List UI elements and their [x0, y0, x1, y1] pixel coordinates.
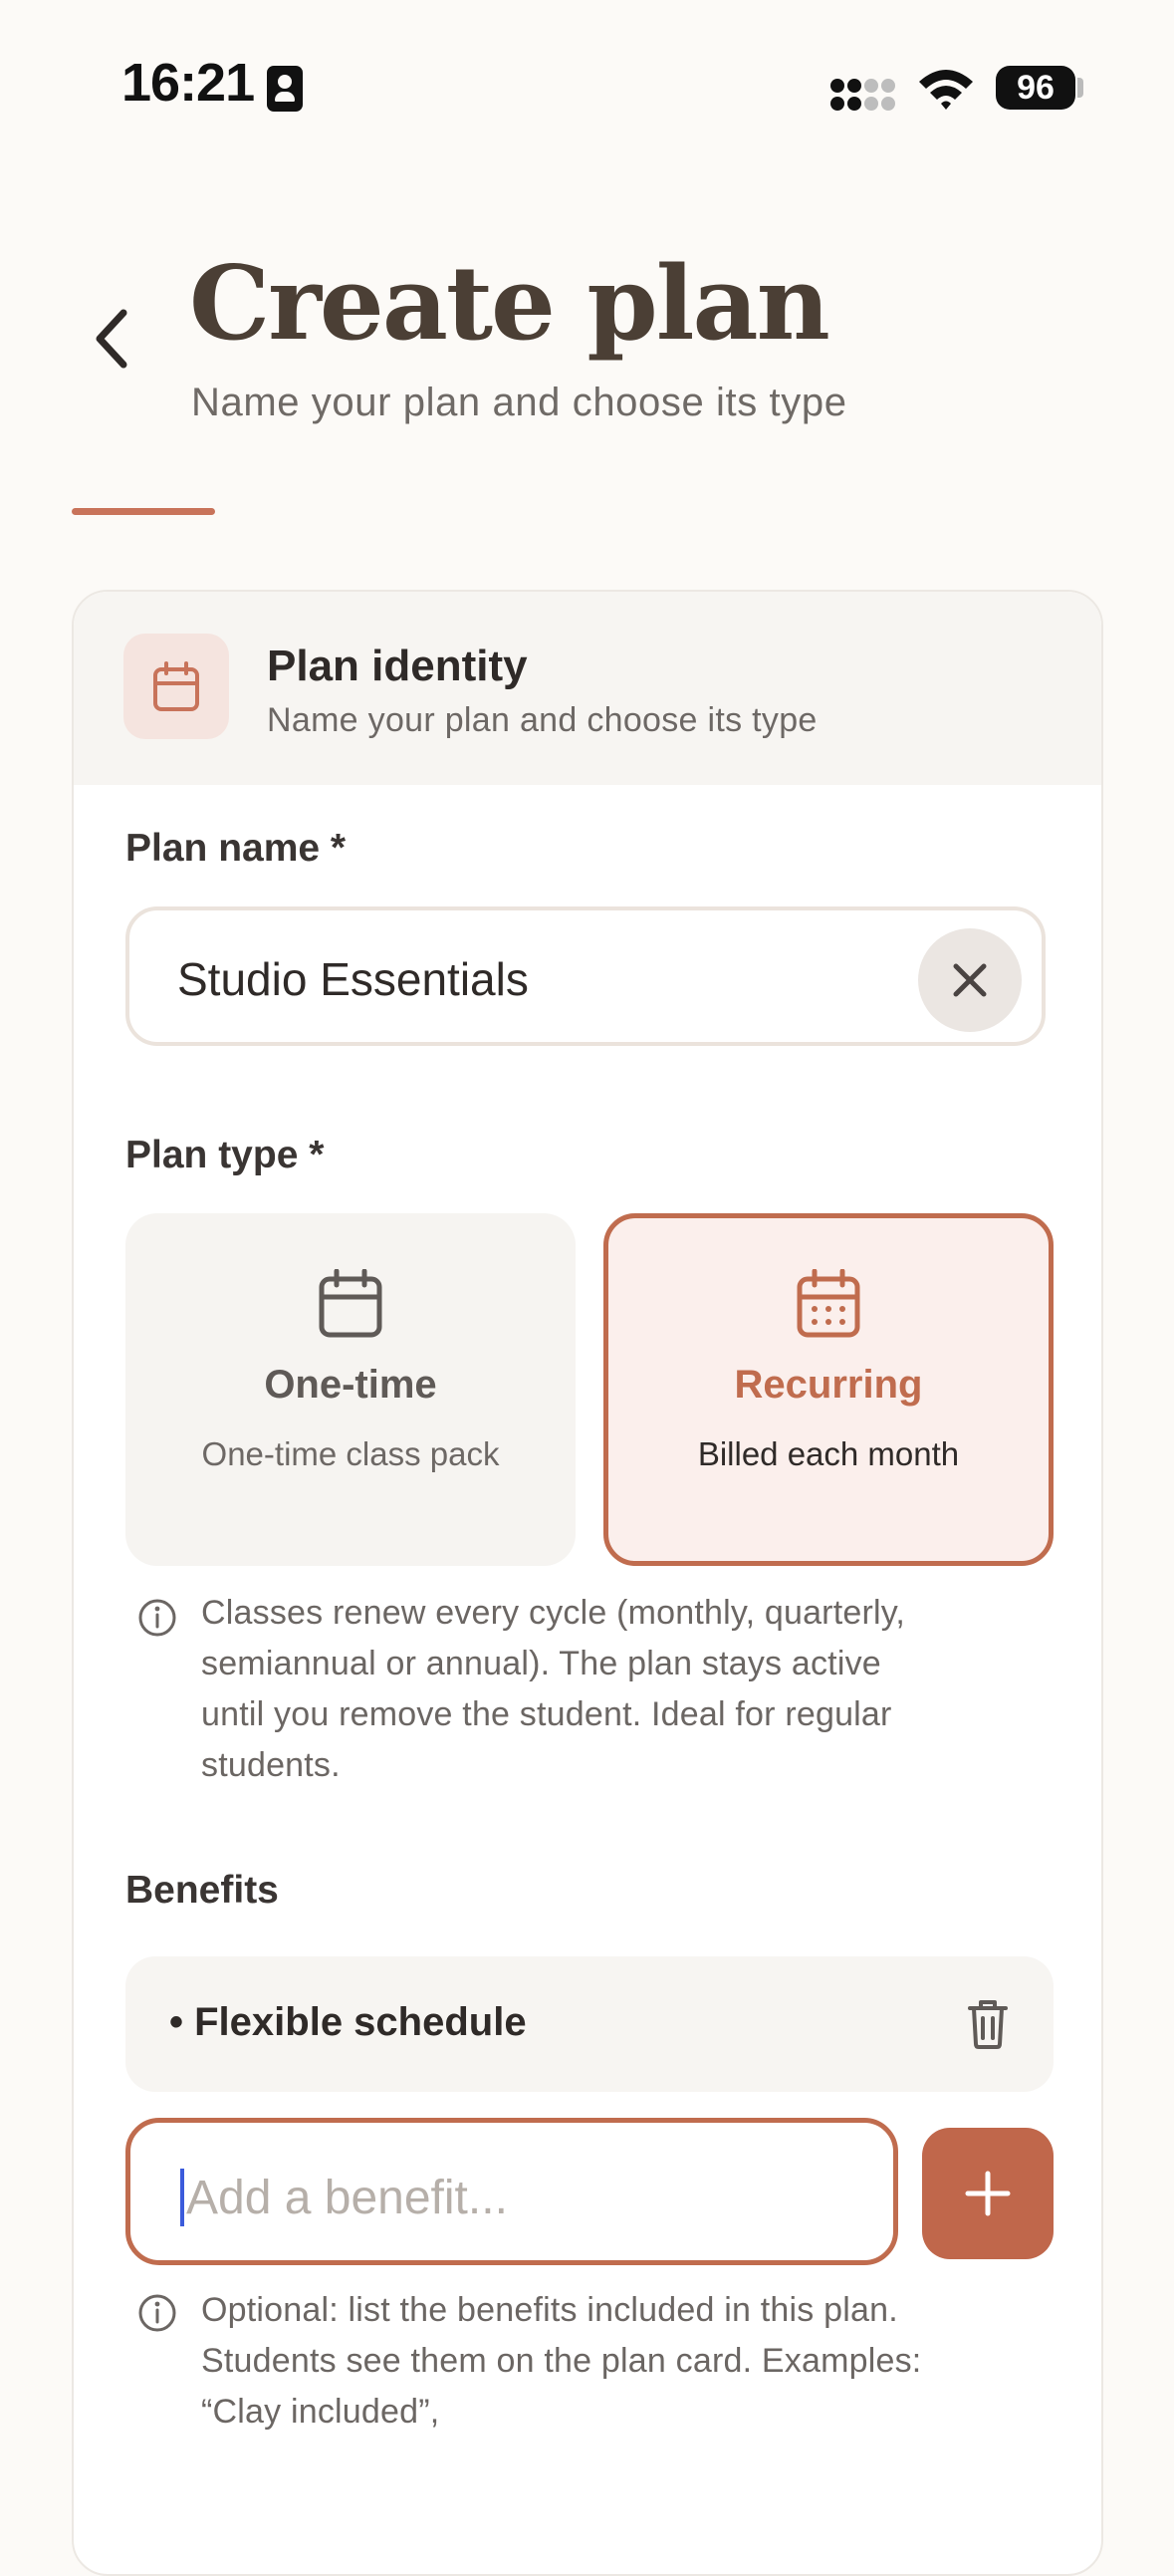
clear-button[interactable] — [918, 928, 1022, 1032]
add-benefit-input[interactable]: Add a benefit... — [125, 2118, 898, 2265]
benefits-info: Optional: list the benefits included in … — [201, 2285, 921, 2438]
option-name: Recurring — [734, 1363, 923, 1407]
benefit-item: • Flexible schedule — [125, 1956, 1054, 2092]
plan-type-label: Plan type * — [125, 1134, 325, 1176]
benefits-label: Benefits — [125, 1869, 279, 1912]
info-line: “Clay included”, — [201, 2393, 440, 2431]
option-name: One-time — [264, 1363, 437, 1407]
trash-icon[interactable] — [966, 1996, 1010, 2050]
plan-type-recurring[interactable]: Recurring Billed each month — [603, 1213, 1054, 1566]
info-line: students. — [201, 1746, 341, 1784]
status-time: 16:21 — [121, 53, 255, 113]
cellular-signal-icon — [830, 79, 895, 111]
card-header: Plan identity Name your plan and choose … — [74, 592, 1101, 785]
plan-type-one-time[interactable]: One-time One-time class pack — [125, 1213, 576, 1566]
option-description: Billed each month — [697, 1435, 960, 1472]
back-button[interactable] — [80, 299, 149, 379]
info-icon — [138, 1599, 176, 1637]
benefit-placeholder: Add a benefit... — [186, 2172, 508, 2224]
option-description: One-time class pack — [201, 1435, 500, 1472]
calendar-icon-badge — [123, 634, 229, 739]
plus-icon — [965, 2171, 1011, 2216]
info-icon — [138, 2294, 176, 2332]
info-line: Students see them on the plan card. Exam… — [201, 2342, 922, 2380]
page-title: Create plan — [189, 244, 830, 364]
battery-indicator: 96 — [996, 66, 1075, 110]
info-line: until you remove the student. Ideal for … — [201, 1695, 892, 1733]
text-cursor — [180, 2169, 184, 2226]
close-icon — [953, 963, 987, 997]
plan-name-value: Studio Essentials — [177, 953, 529, 1005]
plan-type-info: Classes renew every cycle (monthly, quar… — [201, 1588, 905, 1791]
add-benefit-button[interactable] — [922, 2128, 1054, 2259]
plan-name-input[interactable]: Studio Essentials — [125, 906, 1046, 1046]
info-line: semiannual or annual). The plan stays ac… — [201, 1645, 881, 1682]
calendar-icon — [319, 1269, 382, 1338]
plan-identity-card: Plan identity Name your plan and choose … — [72, 590, 1103, 2576]
info-line: Optional: list the benefits included in … — [201, 2291, 898, 2329]
calendar-days-icon — [797, 1269, 860, 1338]
step-progress-bar — [72, 508, 215, 515]
id-badge-icon — [267, 66, 303, 112]
page-subtitle: Name your plan and choose its type — [191, 381, 847, 424]
benefit-text: • Flexible schedule — [169, 2000, 527, 2044]
plan-name-label: Plan name * — [125, 827, 347, 870]
info-line: Classes renew every cycle (monthly, quar… — [201, 1594, 906, 1632]
section-title: Plan identity — [267, 642, 528, 690]
calendar-icon — [153, 661, 199, 711]
wifi-icon — [919, 70, 973, 110]
section-subtitle: Name your plan and choose its type — [267, 701, 818, 739]
battery-tip — [1077, 78, 1083, 98]
